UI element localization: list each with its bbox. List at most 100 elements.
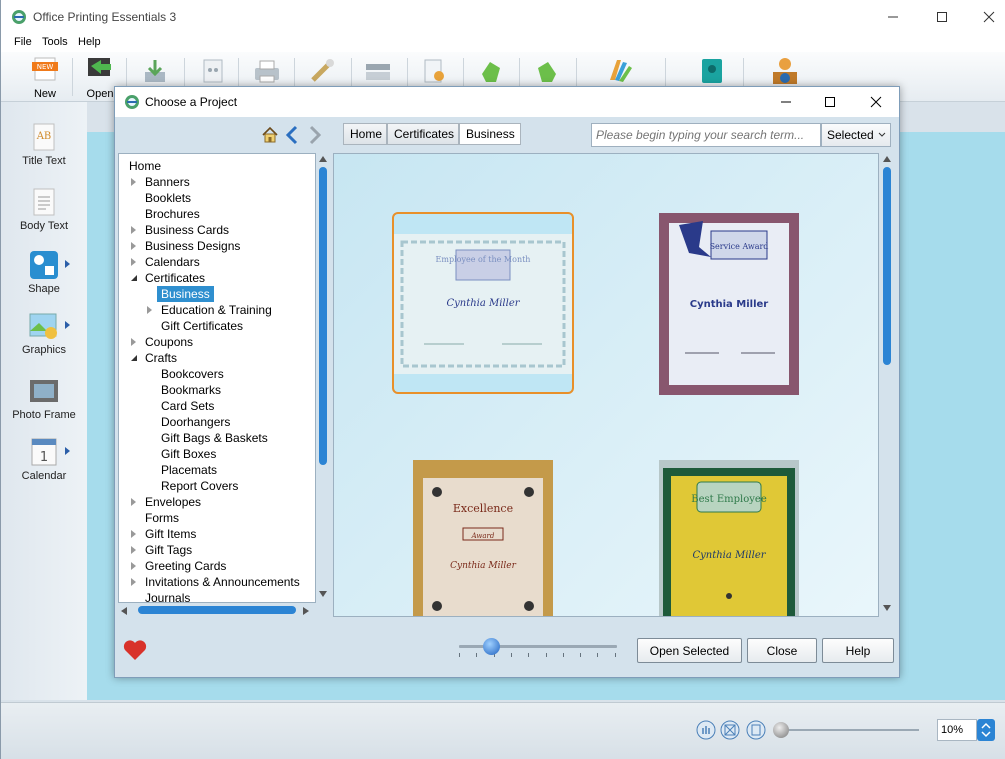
photo-frame-tool[interactable]: Photo Frame (1, 376, 87, 421)
close-window-button[interactable] (966, 0, 1005, 34)
tree-scroll-thumb[interactable] (319, 167, 327, 465)
tree-item[interactable]: Brochures (145, 206, 200, 222)
tree-item[interactable]: Education & Training (161, 302, 272, 318)
tree-item[interactable]: Business (157, 286, 214, 302)
template-thumbnail[interactable]: Service Award Cynthia Miller (659, 213, 799, 395)
home-icon[interactable] (261, 126, 279, 144)
tree-item[interactable]: Business Designs (145, 238, 240, 254)
scroll-up-icon[interactable] (319, 156, 327, 162)
tree-item[interactable]: Placemats (161, 462, 217, 478)
forward-arrow-icon[interactable] (308, 125, 322, 145)
scroll-down-icon[interactable] (319, 591, 327, 597)
menu-tools[interactable]: Tools (42, 36, 68, 48)
new-button[interactable]: NEW New (25, 52, 65, 102)
help-button[interactable]: Help (822, 638, 894, 663)
collapsed-arrow-icon[interactable] (131, 578, 136, 586)
tree-item[interactable]: Bookcovers (161, 366, 224, 382)
slider-thumb[interactable] (482, 638, 500, 655)
collapsed-arrow-icon[interactable] (131, 562, 136, 570)
tree-item[interactable]: Gift Boxes (161, 446, 216, 462)
collapsed-arrow-icon[interactable] (131, 546, 136, 554)
dialog-maximize-button[interactable] (807, 87, 853, 117)
minimize-button[interactable] (870, 0, 916, 34)
tree-item[interactable]: Gift Certificates (161, 318, 243, 334)
color-scheme-icon[interactable] (605, 56, 635, 86)
maximize-button[interactable] (919, 0, 965, 34)
tree-item[interactable]: Calendars (145, 254, 200, 270)
graphics-dropdown-arrow-icon[interactable] (65, 321, 70, 329)
shape-dropdown-arrow-icon[interactable] (65, 260, 70, 268)
back-arrow-icon[interactable] (285, 125, 299, 145)
collapsed-arrow-icon[interactable] (147, 306, 152, 314)
redo-icon[interactable] (532, 56, 562, 86)
save-icon[interactable] (140, 56, 170, 86)
breadcrumb-home[interactable]: Home (343, 123, 387, 145)
preview-vertical-scrollbar[interactable] (879, 153, 895, 617)
collapsed-arrow-icon[interactable] (131, 242, 136, 250)
tree-horizontal-scrollbar[interactable] (118, 603, 330, 617)
collapsed-arrow-icon[interactable] (131, 498, 136, 506)
tree-item[interactable]: Booklets (145, 190, 191, 206)
open-selected-button[interactable]: Open Selected (637, 638, 742, 663)
tree-item[interactable]: Business Cards (145, 222, 229, 238)
zoom-slider-thumb[interactable] (773, 722, 789, 738)
dialog-minimize-button[interactable] (763, 87, 809, 117)
undo-icon[interactable] (476, 56, 506, 86)
collapsed-arrow-icon[interactable] (131, 530, 136, 538)
catalog-icon[interactable] (697, 56, 727, 86)
tree-item[interactable]: Bookmarks (161, 382, 221, 398)
calendar-dropdown-arrow-icon[interactable] (65, 447, 70, 455)
collapsed-arrow-icon[interactable] (131, 178, 136, 186)
menu-help[interactable]: Help (78, 36, 101, 48)
title-text-tool[interactable]: AB Title Text (1, 122, 87, 167)
expanded-arrow-icon[interactable] (131, 355, 137, 361)
scroll-right-icon[interactable] (303, 607, 309, 615)
tree-item[interactable]: Envelopes (145, 494, 201, 510)
shape-tool[interactable]: Shape (1, 250, 87, 295)
template-thumbnail[interactable]: Best Employee Cynthia Miller (659, 460, 799, 616)
tree-item[interactable]: Gift Items (145, 526, 196, 542)
scanner-icon[interactable] (363, 56, 393, 86)
print-icon[interactable] (252, 56, 282, 86)
tree-item[interactable]: Journals (145, 590, 190, 602)
scroll-down-icon[interactable] (883, 605, 891, 611)
breadcrumb-certificates[interactable]: Certificates (387, 123, 459, 145)
body-text-tool[interactable]: Body Text (1, 187, 87, 232)
zoom-spinner[interactable] (977, 719, 995, 741)
template-thumbnail[interactable]: Excellence Award Cynthia Miller (413, 460, 553, 616)
scroll-left-icon[interactable] (121, 607, 127, 615)
dialog-close-button[interactable] (853, 87, 899, 117)
support-icon[interactable] (768, 56, 802, 86)
thumbnail-size-slider[interactable] (459, 633, 617, 663)
tree-item[interactable]: Invitations & Announcements (145, 574, 300, 590)
search-scope-dropdown[interactable]: Selected (821, 123, 891, 147)
favorites-heart-icon[interactable] (123, 639, 147, 661)
fit-page-icon[interactable] (720, 720, 740, 740)
preview-scroll-thumb[interactable] (883, 167, 891, 365)
tree-item[interactable]: Certificates (145, 270, 205, 286)
scroll-up-icon[interactable] (883, 156, 891, 162)
tree-vertical-scrollbar[interactable] (316, 153, 330, 603)
tree-item[interactable]: Card Sets (161, 398, 214, 414)
search-input[interactable] (591, 123, 821, 147)
menu-file[interactable]: File (14, 36, 32, 48)
open-button[interactable]: Open (85, 52, 115, 102)
tree-item[interactable]: Doorhangers (161, 414, 230, 430)
close-button[interactable]: Close (747, 638, 817, 663)
collapsed-arrow-icon[interactable] (131, 338, 136, 346)
tree-item[interactable]: Coupons (145, 334, 193, 350)
template-thumbnail[interactable]: Employee of the Month Cynthia Miller (392, 212, 574, 394)
properties-icon[interactable] (419, 56, 449, 86)
tree-item[interactable]: Crafts (145, 350, 177, 366)
collapsed-arrow-icon[interactable] (131, 226, 136, 234)
tree-hscroll-thumb[interactable] (138, 606, 296, 614)
graphics-tool[interactable]: Graphics (1, 311, 87, 356)
tree-item[interactable]: Gift Tags (145, 542, 192, 558)
mail-merge-icon[interactable] (198, 56, 228, 86)
zoom-value-field[interactable]: 10% (937, 719, 977, 741)
tree-item[interactable]: Gift Bags & Baskets (161, 430, 268, 446)
expanded-arrow-icon[interactable] (131, 275, 137, 281)
collapsed-arrow-icon[interactable] (131, 258, 136, 266)
breadcrumb-business[interactable]: Business (459, 123, 521, 145)
actual-size-icon[interactable] (746, 720, 766, 740)
